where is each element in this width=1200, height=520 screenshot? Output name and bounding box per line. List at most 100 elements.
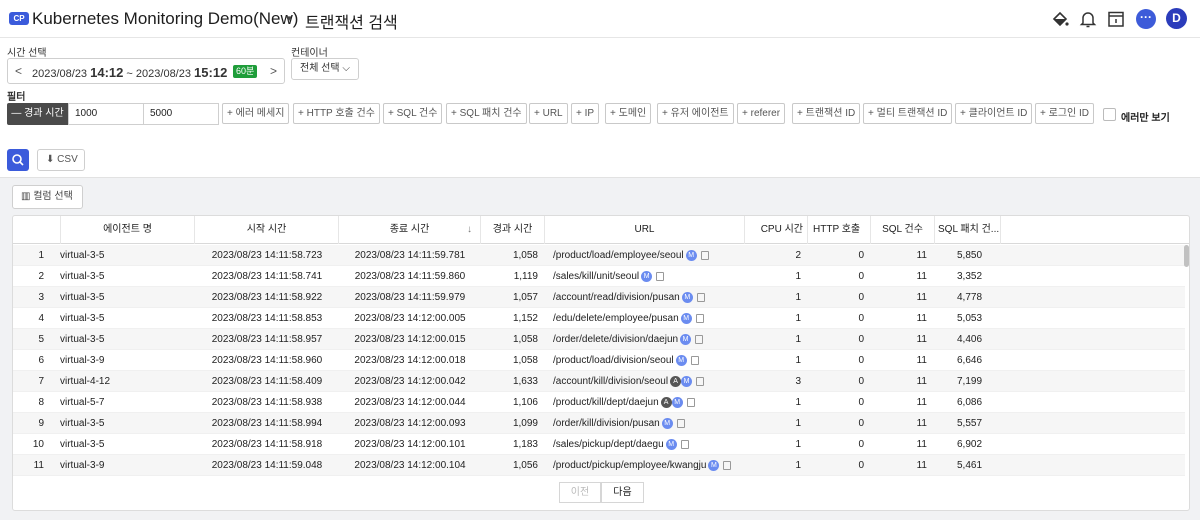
search-button[interactable]: [7, 149, 29, 171]
method-m-icon[interactable]: M: [675, 354, 687, 366]
cell-elapsed: 1,152: [481, 308, 538, 329]
table-row[interactable]: 10 virtual-3-5 2023/08/23 14:11:58.918 2023…: [13, 434, 1185, 455]
cell-url[interactable]: /sales/pickup/dept/daegu M: [553, 434, 753, 455]
agent-a-icon[interactable]: A: [670, 375, 682, 387]
cell-url[interactable]: /product/kill/dept/daejun A M: [553, 392, 753, 413]
method-m-icon[interactable]: M: [681, 375, 693, 387]
table-row[interactable]: 6 virtual-3-9 2023/08/23 14:11:58.960 2023/…: [13, 350, 1185, 371]
method-m-icon[interactable]: M: [680, 312, 692, 324]
error-only-checkbox[interactable]: [1103, 108, 1116, 121]
copy-icon[interactable]: [696, 292, 705, 302]
copy-icon[interactable]: [680, 439, 689, 449]
chip-login-id[interactable]: + 로그인 ID: [1035, 103, 1094, 124]
chip-url[interactable]: + URL: [529, 103, 568, 124]
table-row[interactable]: 5 virtual-3-5 2023/08/23 14:11:58.957 2023/…: [13, 329, 1185, 350]
chip-transaction-id[interactable]: + 트랜잭션 ID: [792, 103, 861, 124]
cell-url[interactable]: /order/kill/division/pusan M: [553, 413, 753, 434]
header-agent[interactable]: 에이전트 명: [61, 216, 195, 244]
method-m-icon[interactable]: M: [671, 396, 683, 408]
cell-url[interactable]: /edu/delete/employee/pusan M: [553, 308, 753, 329]
chip-error-message[interactable]: + 에러 메세지: [222, 103, 290, 124]
time-prev-button[interactable]: <: [15, 64, 22, 78]
cell-start-time: 2023/08/23 14:11:58.409: [195, 371, 339, 392]
cell-url[interactable]: /product/load/division/seoul M: [553, 350, 753, 371]
cell-url[interactable]: /product/pickup/employee/kwangju M: [553, 455, 753, 476]
next-page-button[interactable]: 다음: [601, 482, 644, 503]
method-m-icon[interactable]: M: [685, 249, 697, 261]
project-name[interactable]: Kubernetes Monitoring Demo(New): [32, 9, 298, 29]
method-m-icon[interactable]: M: [681, 291, 693, 303]
sort-desc-icon[interactable]: ↓: [467, 216, 472, 244]
chip-user-agent[interactable]: + 유저 에이전트: [657, 103, 734, 124]
elapsed-filter-toggle[interactable]: — 경과 시간: [7, 103, 68, 125]
table-row[interactable]: 4 virtual-3-5 2023/08/23 14:11:58.853 2023/…: [13, 308, 1185, 329]
method-m-icon[interactable]: M: [661, 417, 673, 429]
header-http-calls[interactable]: HTTP 호출 ...: [808, 216, 871, 263]
prev-page-button[interactable]: 이전: [559, 482, 601, 503]
table-scrollbar[interactable]: [1184, 245, 1189, 267]
column-select-button[interactable]: ▥ 컬럼 선택: [12, 185, 83, 209]
duration-badge[interactable]: 60분: [233, 65, 258, 78]
chip-client-id[interactable]: + 클라이언트 ID: [955, 103, 1033, 124]
method-m-icon[interactable]: M: [680, 333, 692, 345]
header-end-time[interactable]: 종료 시간 ↓: [339, 216, 481, 244]
elapsed-min-input[interactable]: 1000: [68, 103, 144, 125]
table-row[interactable]: 8 virtual-5-7 2023/08/23 14:11:58.938 2023/…: [13, 392, 1185, 413]
cell-url[interactable]: /order/delete/division/daejun M: [553, 329, 753, 350]
table-row[interactable]: 3 virtual-3-5 2023/08/23 14:11:58.922 2023/…: [13, 287, 1185, 308]
method-m-icon[interactable]: M: [641, 270, 653, 282]
table-row[interactable]: 1 virtual-3-5 2023/08/23 14:11:58.723 2023/…: [13, 245, 1185, 266]
cell-agent: virtual-5-7: [60, 392, 194, 413]
chip-http-count[interactable]: + HTTP 호출 건수: [293, 103, 380, 124]
cell-url[interactable]: /sales/kill/unit/seoul M: [553, 266, 753, 287]
chat-icon[interactable]: ···: [1136, 9, 1156, 29]
user-avatar[interactable]: D: [1166, 8, 1187, 29]
header-start-time[interactable]: 시작 시간: [195, 216, 339, 244]
cell-index: 1: [13, 245, 44, 266]
table-row[interactable]: 2 virtual-3-5 2023/08/23 14:11:58.741 2023/…: [13, 266, 1185, 287]
agent-a-icon[interactable]: A: [660, 396, 672, 408]
cell-url[interactable]: /account/read/division/pusan M: [553, 287, 753, 308]
copy-icon[interactable]: [700, 250, 709, 260]
header-elapsed[interactable]: 경과 시간: [481, 216, 545, 244]
time-range-picker[interactable]: < 2023/08/23 14:12 ~ 2023/08/23 15:12 60…: [7, 58, 285, 84]
method-m-icon[interactable]: M: [708, 459, 720, 471]
chip-multi-transaction-id[interactable]: + 멀티 트랜잭션 ID: [863, 103, 953, 124]
chip-sql-count[interactable]: + SQL 건수: [383, 103, 443, 124]
copy-icon[interactable]: [695, 334, 704, 344]
time-range-text[interactable]: 2023/08/23 14:12 ~ 2023/08/23 15:12: [32, 65, 227, 80]
time-next-button[interactable]: >: [270, 64, 277, 78]
table-row[interactable]: 11 virtual-3-9 2023/08/23 14:11:59.048 2023…: [13, 455, 1185, 476]
cell-sql-fetch-text: 7,199: [957, 376, 983, 387]
cell-url-text: /sales/kill/unit/seoul: [553, 271, 640, 282]
copy-icon[interactable]: [676, 418, 685, 428]
container-select[interactable]: 전체 선택 ⌵: [291, 58, 359, 80]
calendar-icon[interactable]: [1106, 9, 1126, 29]
copy-icon[interactable]: [686, 397, 695, 407]
header-cpu-time[interactable]: CPU 시간: [745, 216, 808, 244]
chip-referer[interactable]: + referer: [737, 103, 786, 124]
paint-bucket-icon[interactable]: [1050, 9, 1070, 29]
header-sql-fetch[interactable]: SQL 패치 건...: [935, 216, 1001, 244]
bell-icon[interactable]: [1078, 9, 1098, 29]
table-row[interactable]: 7 virtual-4-12 2023/08/23 14:11:58.409 2023…: [13, 371, 1185, 392]
copy-icon[interactable]: [723, 460, 732, 470]
cell-url[interactable]: /product/load/employee/seoul M: [553, 245, 753, 266]
copy-icon[interactable]: [690, 355, 699, 365]
cell-index: 10: [13, 434, 44, 455]
copy-icon[interactable]: [656, 271, 665, 281]
chip-domain[interactable]: + 도메인: [605, 103, 652, 124]
copy-icon[interactable]: [695, 313, 704, 323]
cell-cpu-time-text: 1: [795, 292, 801, 303]
header-sql-count[interactable]: SQL 건수: [871, 216, 935, 244]
cell-url[interactable]: /account/kill/division/seoul A M: [553, 371, 753, 392]
chip-ip[interactable]: + IP: [571, 103, 600, 124]
csv-download-button[interactable]: ⬇ CSV: [37, 149, 85, 171]
chip-sql-fetch[interactable]: + SQL 패치 건수: [446, 103, 527, 124]
elapsed-max-input[interactable]: 5000: [143, 103, 219, 125]
method-m-icon[interactable]: M: [665, 438, 677, 450]
header-url[interactable]: URL: [545, 216, 745, 244]
project-dropdown-icon[interactable]: ▾: [286, 12, 292, 25]
table-row[interactable]: 9 virtual-3-5 2023/08/23 14:11:58.994 2023/…: [13, 413, 1185, 434]
copy-icon[interactable]: [696, 376, 705, 386]
